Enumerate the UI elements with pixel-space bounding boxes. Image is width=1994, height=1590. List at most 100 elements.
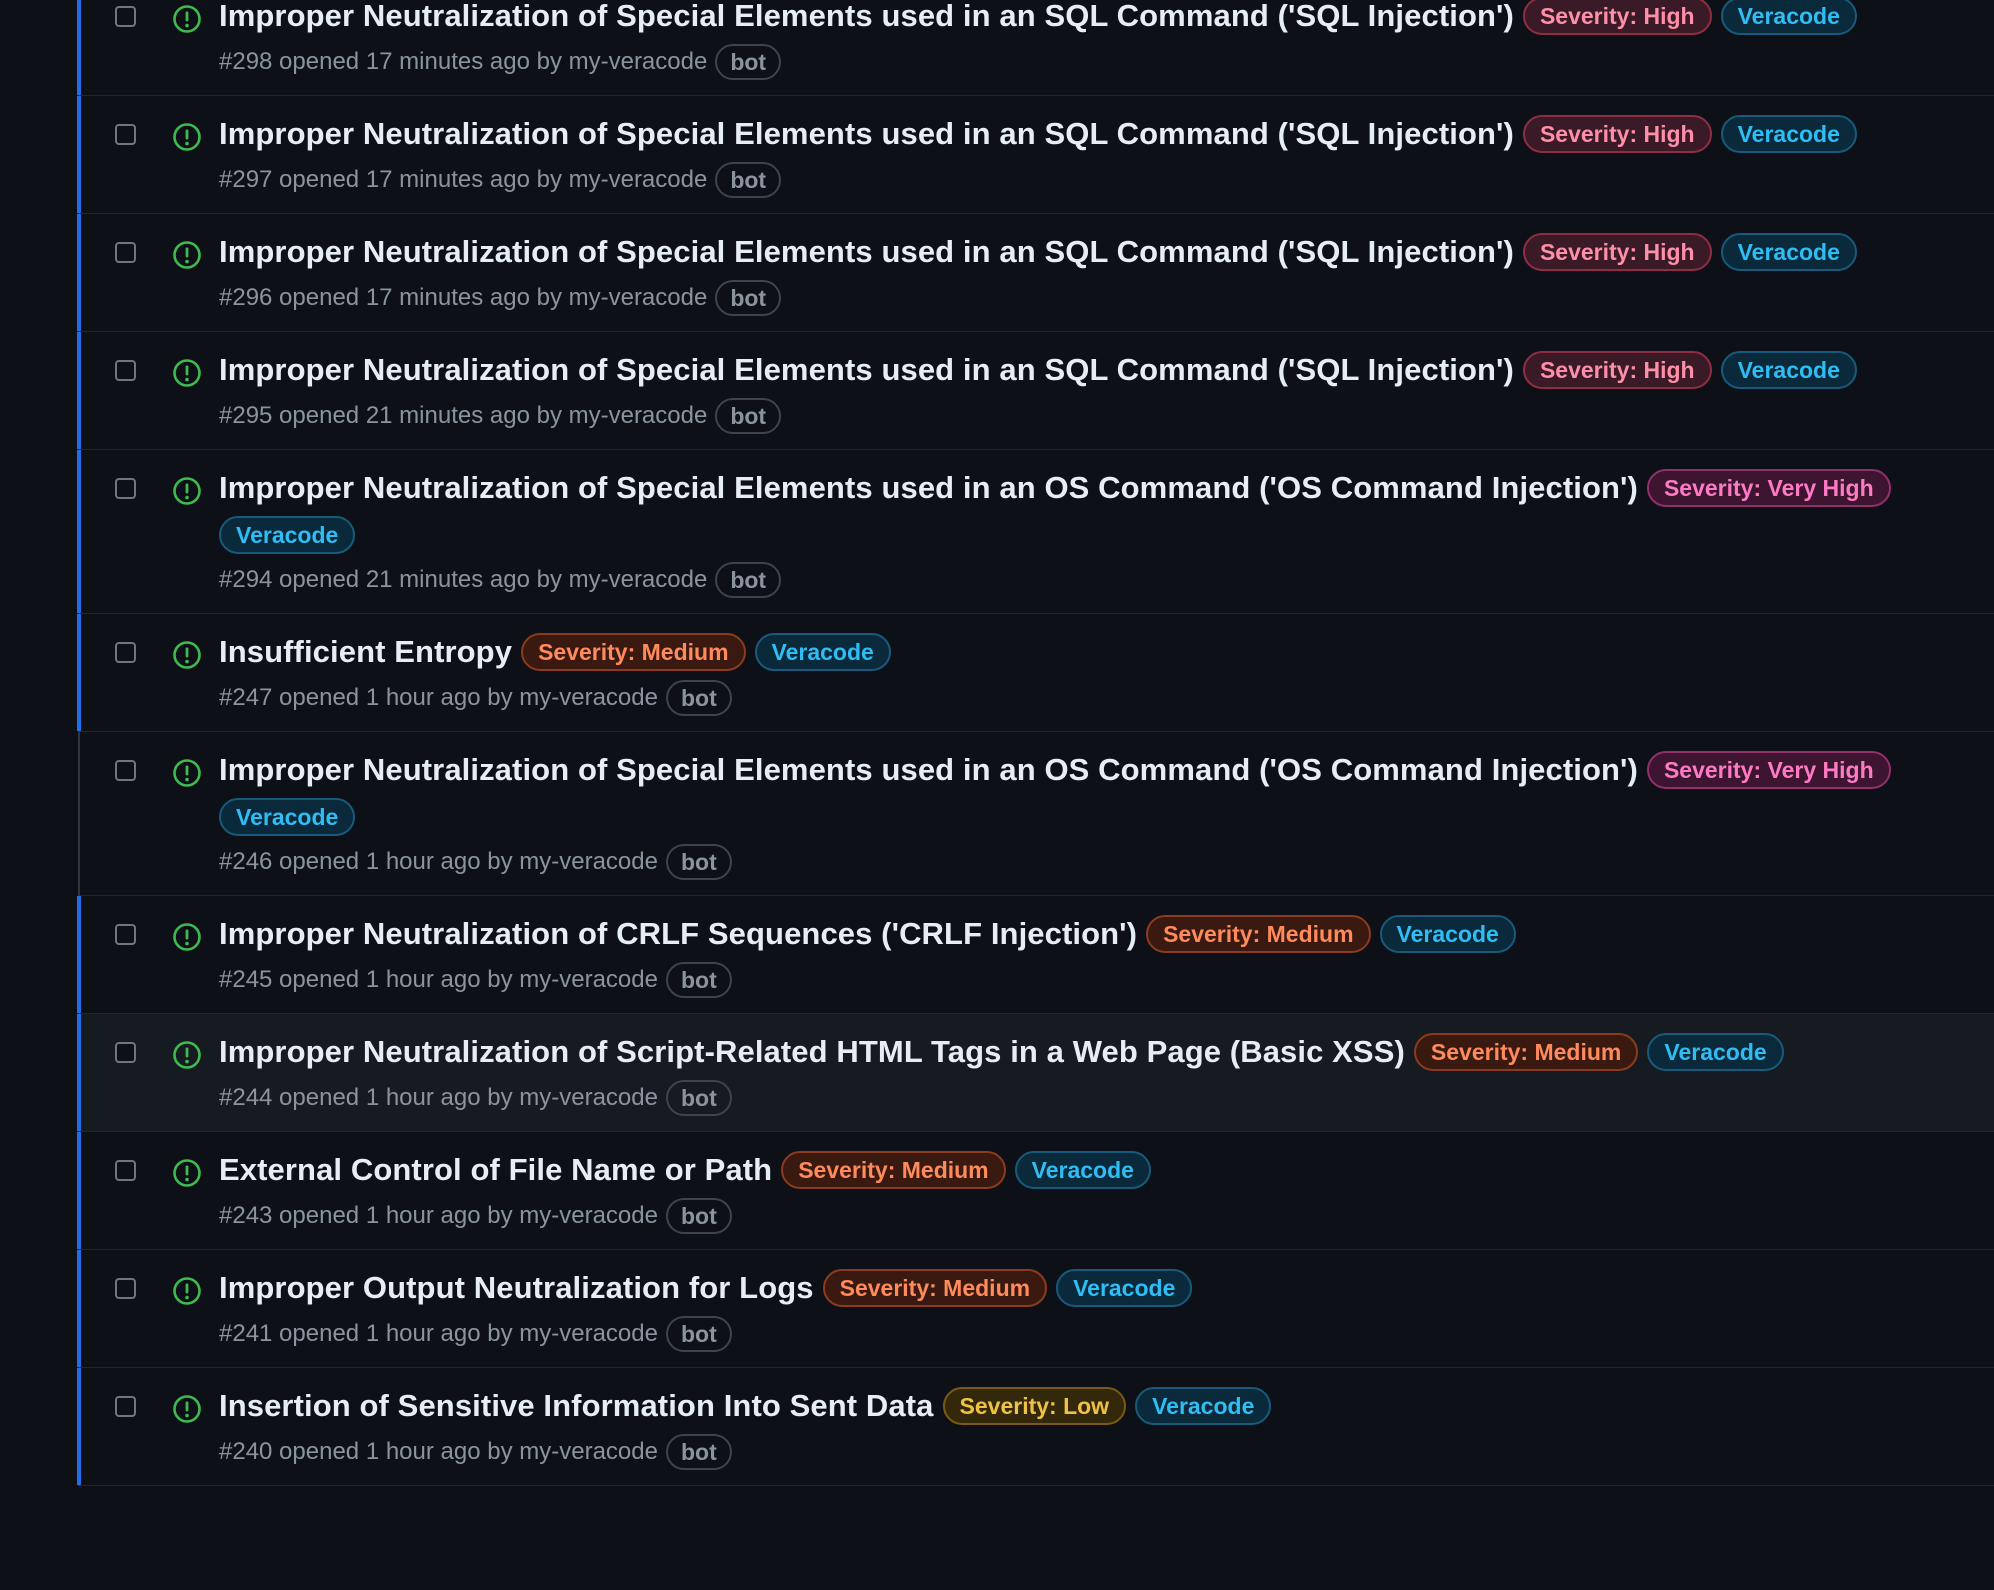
issue-meta: #298 opened 17 minutes ago by my-veracod… <box>219 44 1976 80</box>
veracode-label[interactable]: Veracode <box>1720 115 1857 153</box>
issue-title-link[interactable]: Improper Neutralization of Special Eleme… <box>219 750 1638 790</box>
issue-meta-text: #243 opened 1 hour ago by my-veracode <box>219 1202 658 1229</box>
issue-title-link[interactable]: Improper Neutralization of Special Eleme… <box>219 0 1514 36</box>
veracode-label[interactable]: Veracode <box>1720 233 1857 271</box>
issue-content: Improper Neutralization of Special Eleme… <box>219 750 1976 880</box>
severity-label[interactable]: Severity: Medium <box>781 1151 1006 1189</box>
issue-title-line: Insertion of Sensitive Information Into … <box>219 1386 1976 1426</box>
issue-meta-text: #297 opened 17 minutes ago by my-veracod… <box>219 166 708 193</box>
issue-row: Improper Neutralization of Special Eleme… <box>77 96 1994 214</box>
issue-open-icon <box>173 641 201 669</box>
severity-label[interactable]: Severity: High <box>1522 0 1712 35</box>
severity-label[interactable]: Severity: Low <box>942 1387 1127 1425</box>
veracode-label[interactable]: Veracode <box>1720 0 1857 35</box>
select-checkbox[interactable] <box>115 760 136 781</box>
issue-open-icon <box>173 359 201 387</box>
severity-label[interactable]: Severity: High <box>1522 351 1712 389</box>
issue-row: Improper Neutralization of Special Eleme… <box>80 732 1994 896</box>
select-checkbox[interactable] <box>115 1278 136 1299</box>
issue-content: Improper Neutralization of Special Eleme… <box>219 0 1976 80</box>
veracode-label[interactable]: Veracode <box>1056 1269 1193 1307</box>
issue-row: Insufficient Entropy Severity: Medium Ve… <box>77 614 1994 732</box>
issue-meta: #294 opened 21 minutes ago by my-veracod… <box>219 562 1976 598</box>
severity-label[interactable]: Severity: Very High <box>1646 751 1891 789</box>
severity-label[interactable]: Severity: Medium <box>521 633 746 671</box>
veracode-label[interactable]: Veracode <box>754 633 891 671</box>
veracode-label[interactable]: Veracode <box>219 516 356 554</box>
issue-title-link[interactable]: Improper Neutralization of Script-Relate… <box>219 1032 1405 1072</box>
bot-badge: bot <box>665 844 732 880</box>
issue-title-line: External Control of File Name or Path Se… <box>219 1150 1976 1190</box>
severity-label[interactable]: Severity: High <box>1522 115 1712 153</box>
issue-open-icon <box>173 1395 201 1423</box>
select-checkbox[interactable] <box>115 642 136 663</box>
issue-title-line: Improper Neutralization of Special Eleme… <box>219 468 1976 554</box>
select-checkbox[interactable] <box>115 6 136 27</box>
veracode-label[interactable]: Veracode <box>1379 915 1516 953</box>
issue-title-line: Improper Neutralization of Special Eleme… <box>219 114 1976 154</box>
select-checkbox[interactable] <box>115 360 136 381</box>
issue-title-link[interactable]: Improper Neutralization of Special Eleme… <box>219 232 1514 272</box>
severity-label[interactable]: Severity: High <box>1522 233 1712 271</box>
issue-title-link[interactable]: Improper Neutralization of Special Eleme… <box>219 114 1514 154</box>
issue-title-line: Improper Neutralization of Script-Relate… <box>219 1032 1976 1072</box>
issue-content: Improper Neutralization of Script-Relate… <box>219 1032 1976 1116</box>
select-checkbox[interactable] <box>115 478 136 499</box>
bot-badge: bot <box>665 962 732 998</box>
veracode-label[interactable]: Veracode <box>1647 1033 1784 1071</box>
select-checkbox[interactable] <box>115 124 136 145</box>
issue-meta: #241 opened 1 hour ago by my-veracode bo… <box>219 1316 1976 1352</box>
issue-title-line: Improper Neutralization of Special Eleme… <box>219 350 1976 390</box>
issue-open-icon <box>173 241 201 269</box>
veracode-label[interactable]: Veracode <box>1014 1151 1151 1189</box>
severity-label[interactable]: Severity: Very High <box>1646 469 1891 507</box>
severity-label[interactable]: Severity: Medium <box>822 1269 1048 1307</box>
issue-meta: #297 opened 17 minutes ago by my-veracod… <box>219 162 1976 198</box>
issue-meta: #245 opened 1 hour ago by my-veracode bo… <box>219 962 1976 998</box>
issue-title-link[interactable]: Improper Neutralization of CRLF Sequence… <box>219 914 1137 954</box>
issue-list: Improper Neutralization of Special Eleme… <box>77 0 1994 1486</box>
issue-meta: #246 opened 1 hour ago by my-veracode bo… <box>219 844 1976 880</box>
issue-title-link[interactable]: Insufficient Entropy <box>219 632 512 672</box>
issue-meta: #244 opened 1 hour ago by my-veracode bo… <box>219 1080 1976 1116</box>
select-checkbox[interactable] <box>115 924 136 945</box>
issue-content: Insufficient Entropy Severity: Medium Ve… <box>219 632 1976 716</box>
issue-meta-text: #294 opened 21 minutes ago by my-veracod… <box>219 566 708 593</box>
issue-title-link[interactable]: Improper Neutralization of Special Eleme… <box>219 468 1638 508</box>
severity-label[interactable]: Severity: Medium <box>1146 915 1371 953</box>
issue-title-link[interactable]: Improper Neutralization of Special Eleme… <box>219 350 1514 390</box>
veracode-label[interactable]: Veracode <box>1135 1387 1272 1425</box>
issue-content: External Control of File Name or Path Se… <box>219 1150 1976 1234</box>
bot-badge: bot <box>715 44 782 80</box>
bot-badge: bot <box>715 162 782 198</box>
bot-badge: bot <box>665 1316 732 1352</box>
bot-badge: bot <box>665 680 732 716</box>
issue-content: Improper Neutralization of Special Eleme… <box>219 114 1976 198</box>
select-checkbox[interactable] <box>115 1160 136 1181</box>
issue-meta-text: #295 opened 21 minutes ago by my-veracod… <box>219 402 708 429</box>
issue-meta-text: #246 opened 1 hour ago by my-veracode <box>219 848 658 875</box>
select-checkbox[interactable] <box>115 1396 136 1417</box>
select-checkbox[interactable] <box>115 1042 136 1063</box>
issue-meta-text: #244 opened 1 hour ago by my-veracode <box>219 1084 658 1111</box>
select-checkbox[interactable] <box>115 242 136 263</box>
issue-meta-text: #240 opened 1 hour ago by my-veracode <box>219 1438 658 1465</box>
issue-open-icon <box>173 123 201 151</box>
issue-title-link[interactable]: External Control of File Name or Path <box>219 1150 772 1190</box>
issue-meta-text: #296 opened 17 minutes ago by my-veracod… <box>219 284 708 311</box>
issue-content: Improper Neutralization of Special Eleme… <box>219 232 1976 316</box>
issue-row: Improper Neutralization of Special Eleme… <box>77 0 1994 96</box>
severity-label[interactable]: Severity: Medium <box>1413 1033 1639 1071</box>
issue-title-link[interactable]: Improper Output Neutralization for Logs <box>219 1268 814 1308</box>
issue-row: Improper Neutralization of Special Eleme… <box>77 450 1994 614</box>
bot-badge: bot <box>715 280 782 316</box>
veracode-label[interactable]: Veracode <box>1720 351 1857 389</box>
issue-open-icon <box>173 1159 201 1187</box>
issue-content: Improper Neutralization of Special Eleme… <box>219 468 1976 598</box>
bot-badge: bot <box>715 562 782 598</box>
issue-open-icon <box>173 923 201 951</box>
issue-title-link[interactable]: Insertion of Sensitive Information Into … <box>219 1386 934 1426</box>
bot-badge: bot <box>665 1198 732 1234</box>
bot-badge: bot <box>665 1080 732 1116</box>
veracode-label[interactable]: Veracode <box>219 798 356 836</box>
